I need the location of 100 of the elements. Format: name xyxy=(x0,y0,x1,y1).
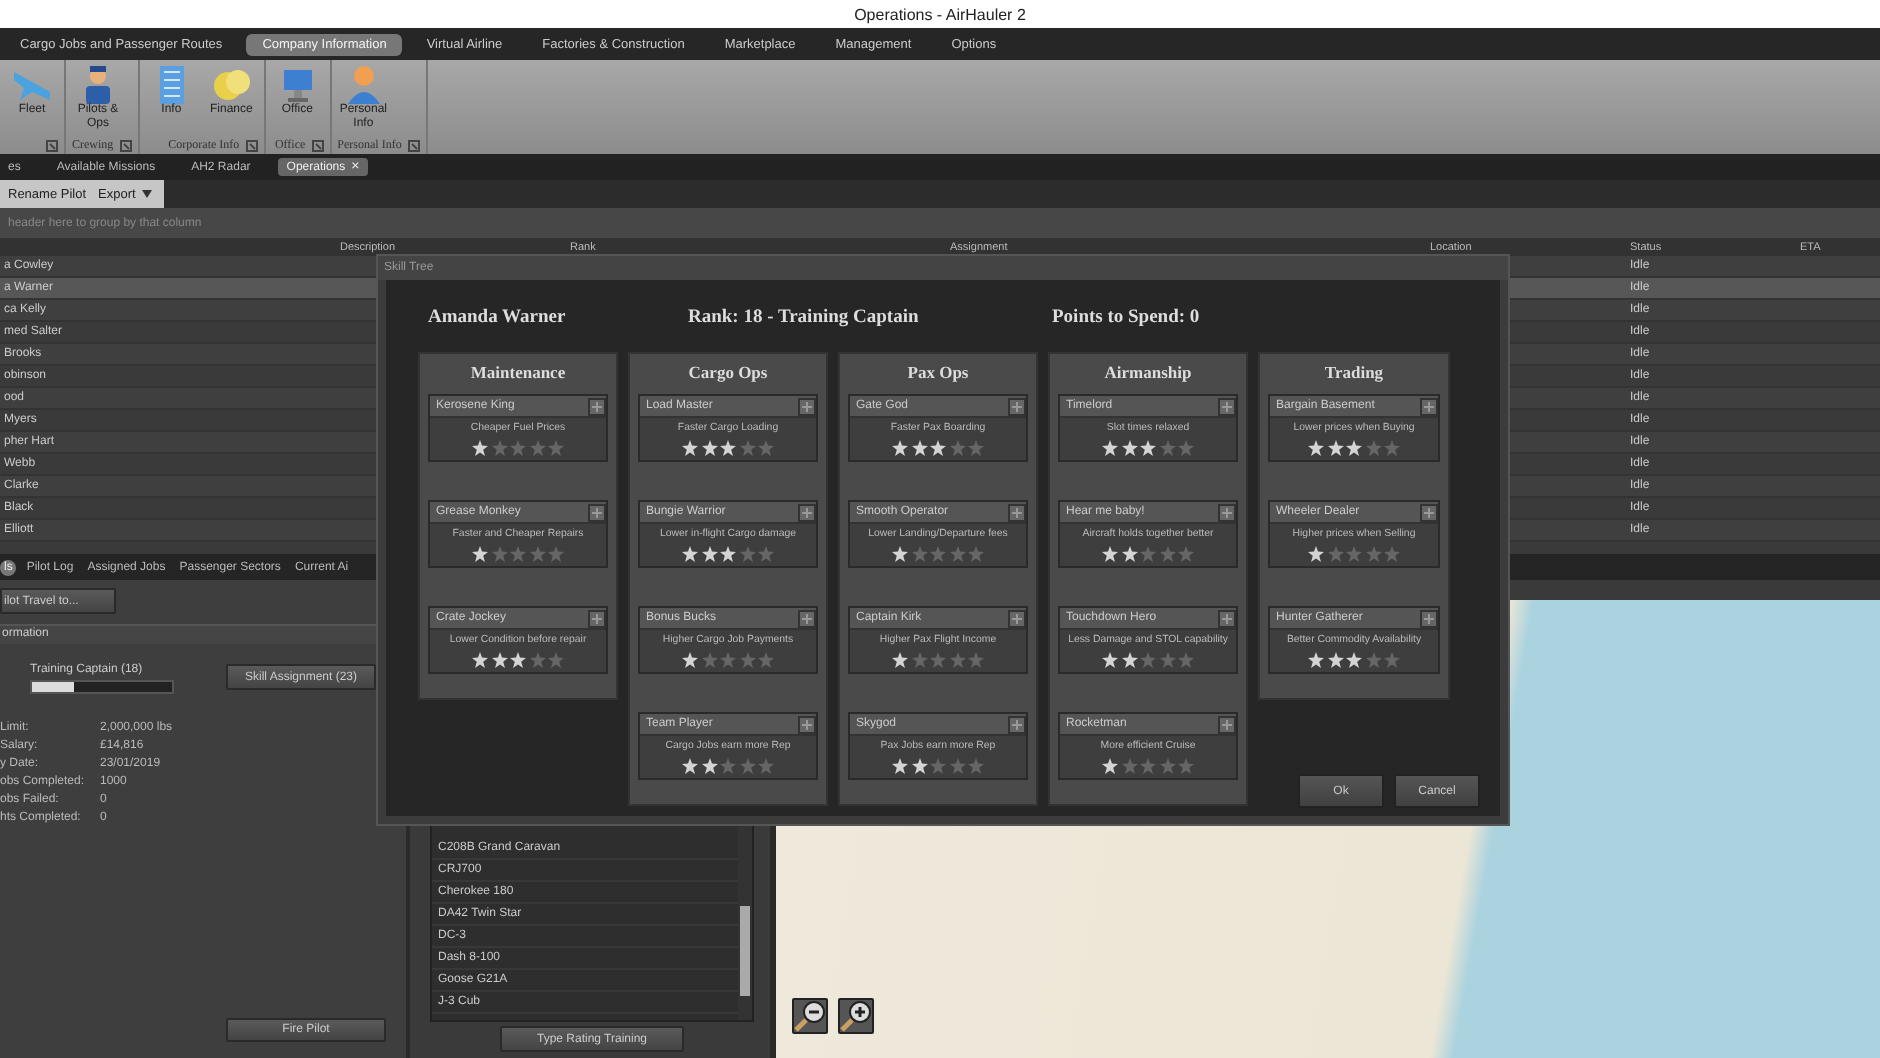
star-icon xyxy=(758,652,774,668)
star-icon xyxy=(930,652,946,668)
window-title: Operations - AirHauler 2 xyxy=(854,5,1026,23)
star-icon xyxy=(930,546,946,562)
star-icon xyxy=(911,652,927,668)
star-icon xyxy=(491,652,507,668)
star-icon xyxy=(1178,758,1194,774)
expand-icon xyxy=(311,139,324,151)
star-icon xyxy=(1140,546,1156,562)
star-icon xyxy=(491,546,507,562)
star-icon xyxy=(1159,546,1175,562)
star-icon xyxy=(682,758,698,774)
star-icon xyxy=(510,440,526,456)
add-skill-button[interactable] xyxy=(1218,715,1236,733)
add-skill-button[interactable] xyxy=(798,609,816,627)
star-icon xyxy=(472,546,488,562)
star-icon xyxy=(968,440,984,456)
star-icon xyxy=(720,440,736,456)
star-icon xyxy=(1365,440,1381,456)
star-icon xyxy=(949,758,965,774)
star-icon xyxy=(930,758,946,774)
star-icon xyxy=(701,652,717,668)
star-icon xyxy=(892,758,908,774)
star-icon xyxy=(1102,440,1118,456)
star-icon xyxy=(1178,546,1194,562)
plus-icon xyxy=(802,613,812,623)
star-icon xyxy=(892,440,908,456)
star-icon xyxy=(1140,652,1156,668)
add-skill-button[interactable] xyxy=(1218,397,1236,415)
category-title: Trading xyxy=(1322,360,1386,386)
add-skill-button[interactable] xyxy=(1420,609,1438,627)
star-icon xyxy=(548,652,564,668)
plus-icon xyxy=(1424,507,1434,517)
add-skill-button[interactable] xyxy=(588,503,606,521)
add-skill-button[interactable] xyxy=(588,397,606,415)
expand-icon xyxy=(407,139,420,151)
star-icon xyxy=(472,440,488,456)
expand-icon xyxy=(46,139,58,151)
star-icon xyxy=(1327,546,1343,562)
star-icon xyxy=(758,440,774,456)
star-icon xyxy=(758,546,774,562)
star-icon xyxy=(1102,758,1118,774)
star-icon xyxy=(1308,546,1324,562)
plus-icon xyxy=(1424,613,1434,623)
plus-icon xyxy=(802,719,812,729)
plus-icon xyxy=(1222,507,1232,517)
add-skill-button[interactable] xyxy=(798,715,816,733)
star-icon xyxy=(968,546,984,562)
star-icon xyxy=(682,652,698,668)
star-icon xyxy=(1159,758,1175,774)
star-icon xyxy=(949,546,965,562)
plus-icon xyxy=(1012,719,1022,729)
star-icon xyxy=(1384,546,1400,562)
category-title: Maintenance xyxy=(468,360,568,386)
star-icon xyxy=(1346,546,1362,562)
star-icon xyxy=(739,440,755,456)
star-icon xyxy=(949,652,965,668)
add-skill-button[interactable] xyxy=(588,609,606,627)
star-icon xyxy=(1384,652,1400,668)
add-skill-button[interactable] xyxy=(1008,715,1026,733)
star-icon xyxy=(911,758,927,774)
star-icon xyxy=(968,652,984,668)
add-skill-button[interactable] xyxy=(1008,609,1026,627)
add-skill-button[interactable] xyxy=(1420,503,1438,521)
star-icon xyxy=(1121,758,1137,774)
plus-icon xyxy=(1222,401,1232,411)
skill-points: Points to Spend: 0 xyxy=(1052,308,1200,332)
star-icon xyxy=(701,440,717,456)
plus-icon xyxy=(1012,401,1022,411)
star-icon xyxy=(682,546,698,562)
add-skill-button[interactable] xyxy=(1420,397,1438,415)
add-skill-button[interactable] xyxy=(1218,609,1236,627)
star-icon xyxy=(1365,546,1381,562)
add-skill-button[interactable] xyxy=(798,397,816,415)
star-icon xyxy=(1102,652,1118,668)
star-icon xyxy=(1140,758,1156,774)
scrollbar-thumb[interactable] xyxy=(740,906,750,996)
star-icon xyxy=(739,652,755,668)
star-icon xyxy=(739,546,755,562)
star-icon xyxy=(1346,440,1362,456)
star-icon xyxy=(491,440,507,456)
star-icon xyxy=(701,546,717,562)
add-skill-button[interactable] xyxy=(798,503,816,521)
person-icon xyxy=(343,64,384,104)
pilot-name: Amanda Warner xyxy=(426,308,568,332)
star-icon xyxy=(1308,440,1324,456)
caret-icon xyxy=(141,190,152,198)
star-icon xyxy=(720,652,736,668)
plus-icon xyxy=(802,401,812,411)
add-skill-button[interactable] xyxy=(1008,397,1026,415)
zoom-out-button[interactable] xyxy=(792,998,828,1034)
star-icon xyxy=(529,652,545,668)
star-icon xyxy=(1140,440,1156,456)
add-skill-button[interactable] xyxy=(1218,503,1236,521)
zoom-out-icon xyxy=(794,1000,826,1032)
category-title: Pax Ops xyxy=(905,360,971,386)
star-icon xyxy=(1178,440,1194,456)
zoom-in-button[interactable] xyxy=(838,998,874,1034)
add-skill-button[interactable] xyxy=(1008,503,1026,521)
star-icon xyxy=(758,758,774,774)
